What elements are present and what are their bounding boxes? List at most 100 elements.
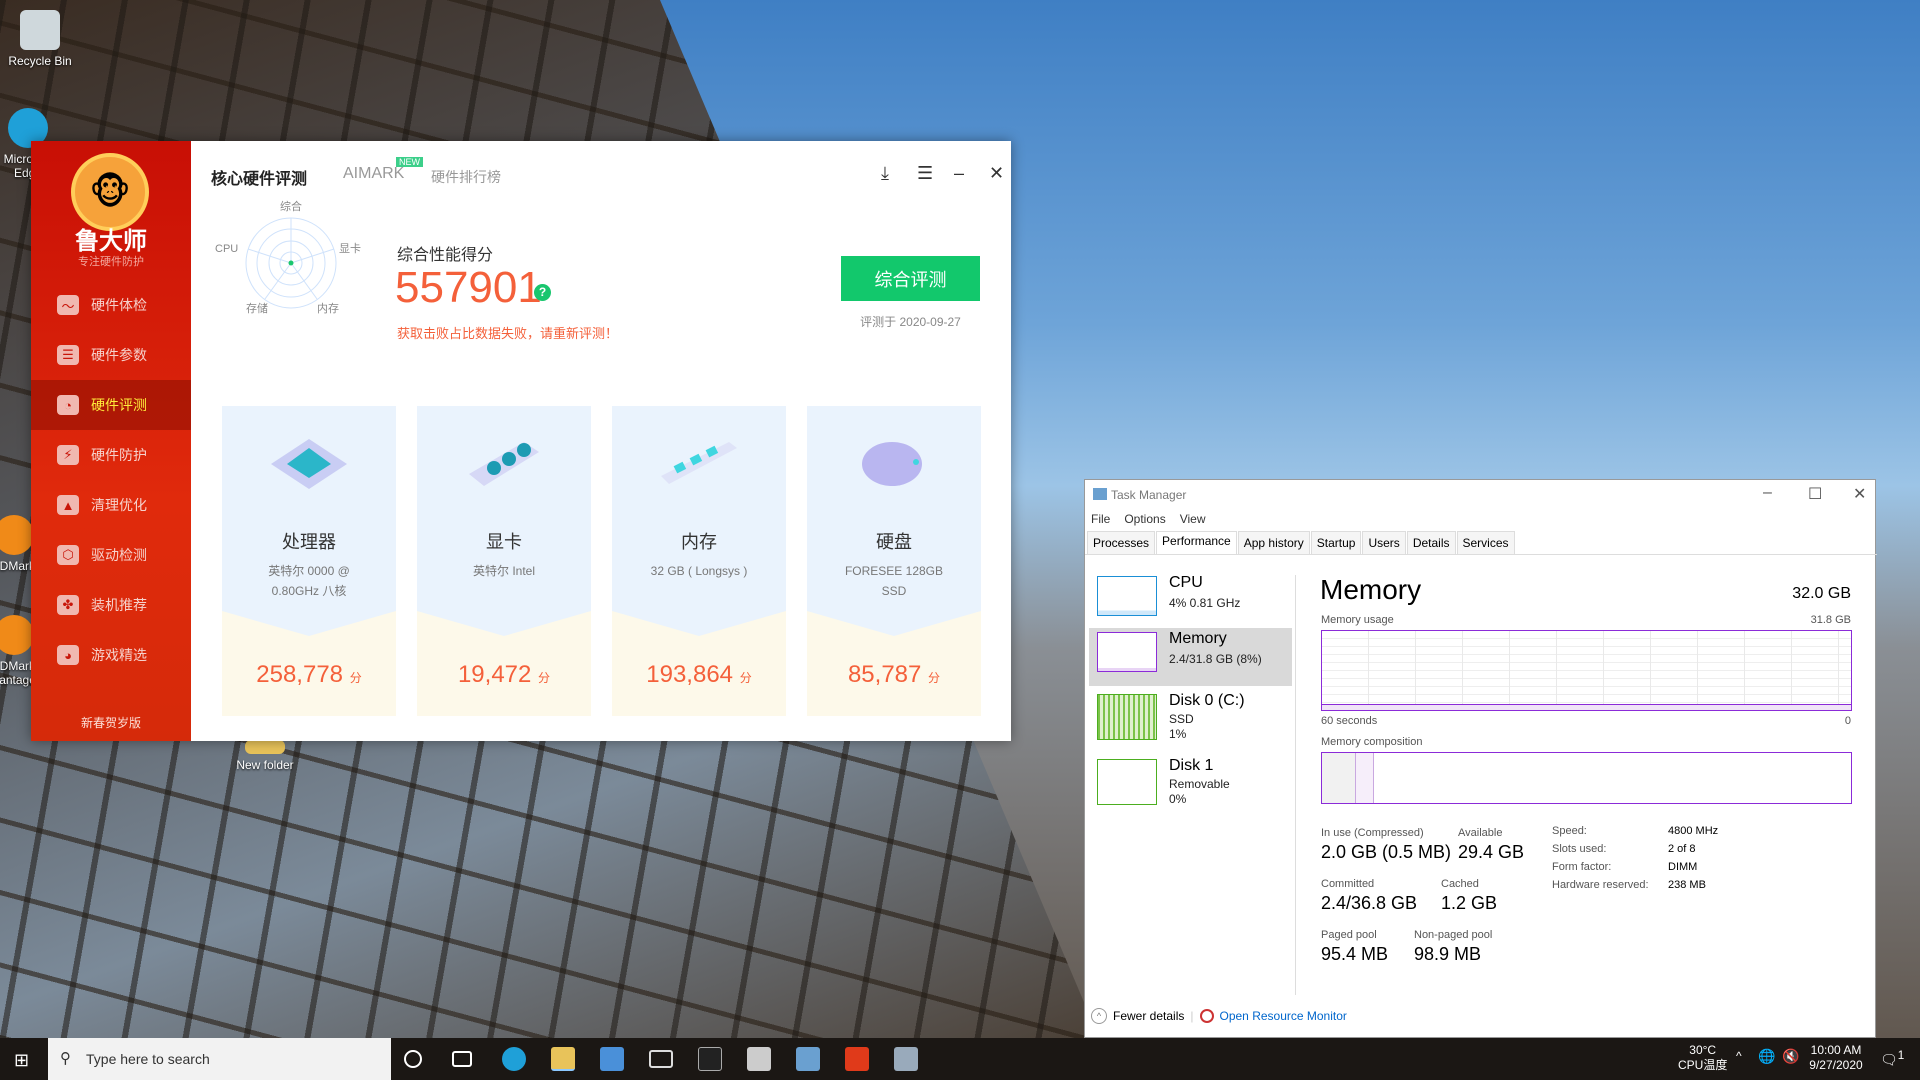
windows-start-icon[interactable]: ⊞ (14, 1050, 29, 1071)
tab-details[interactable]: Details (1406, 531, 1456, 554)
committed-value: 2.4/36.8 GB (1321, 893, 1418, 913)
sidebar-item-label: 硬件评测 (91, 397, 147, 413)
minimize-button[interactable]: – (1763, 484, 1772, 502)
in-use-value: 2.0 GB (0.5 MB) (1321, 842, 1452, 862)
tab-app-history[interactable]: App history (1237, 531, 1310, 554)
card-title: 内存 (681, 532, 717, 552)
mail-icon[interactable] (649, 1050, 673, 1068)
sidebar-item-2[interactable]: ☰ 硬件参数 (31, 330, 191, 380)
memory-icon (659, 434, 739, 494)
benchmark-date: 评测于 2020-09-27 (860, 315, 961, 329)
open-resource-monitor-link[interactable]: Open Resource Monitor (1220, 1009, 1347, 1023)
perf-item-disk0[interactable]: Disk 0 (C:) SSD 1% (1089, 690, 1292, 748)
sidebar-item-label: 装机推荐 (91, 597, 147, 613)
tab-aimark[interactable]: AIMARK (343, 165, 404, 183)
task-view-icon[interactable] (452, 1051, 472, 1067)
fewer-details-link[interactable]: Fewer details (1113, 1009, 1184, 1023)
card-cpu[interactable]: 处理器 英特尔 0000 @ 0.80GHz 八核 258,778 分 (222, 406, 396, 716)
clock[interactable]: 10:00 AM 9/27/2020 (1806, 1043, 1866, 1073)
volume-muted-icon[interactable]: 🔇 (1782, 1049, 1799, 1064)
list-icon: ☰ (57, 345, 79, 365)
photos-icon[interactable] (747, 1047, 771, 1071)
card-memory[interactable]: 内存 32 GB ( Longsys ) 193,864 分 (612, 406, 786, 716)
new-badge: NEW (396, 157, 423, 167)
perf-item-disk1[interactable]: Disk 1 Removable 0% (1089, 755, 1292, 813)
tab-core-benchmark[interactable]: 核心硬件评测 (211, 165, 307, 189)
menu-file[interactable]: File (1091, 512, 1110, 526)
cached-label: Cached (1441, 878, 1479, 890)
benchmark-button[interactable]: 综合评测 (841, 256, 980, 301)
card-gpu[interactable]: 显卡 英特尔 Intel 19,472 分 (417, 406, 591, 716)
chevron-up-icon[interactable]: ^ (1091, 1008, 1107, 1024)
app-taskbar-icon[interactable] (894, 1047, 918, 1071)
card-disk[interactable]: 硬盘 FORESEE 128GB SSD 85,787 分 (807, 406, 981, 716)
prop-value: DIMM (1668, 861, 1698, 873)
nonpaged-pool-value: 98.9 MB (1414, 944, 1482, 964)
ludashi-taskbar-icon[interactable] (845, 1047, 869, 1071)
notification-icon[interactable]: 🗨1 (1880, 1048, 1904, 1068)
sidebar-item-label: 硬件参数 (91, 347, 147, 363)
chevron-up-icon[interactable]: ^ (1736, 1049, 1742, 1064)
desktop-icon-recycle-bin[interactable]: Recycle Bin (0, 10, 80, 68)
tab-performance[interactable]: Performance (1156, 531, 1237, 554)
tab-users[interactable]: Users (1362, 531, 1406, 554)
prop-label: Hardware reserved: (1552, 879, 1649, 891)
cached-value: 1.2 GB (1441, 893, 1498, 913)
cortana-icon[interactable] (404, 1050, 422, 1068)
tab-services[interactable]: Services (1456, 531, 1515, 554)
sidebar-item-8[interactable]: ◕ 游戏精选 (31, 630, 191, 680)
in-use-label: In use (Compressed) (1321, 827, 1424, 839)
close-button[interactable]: ✕ (989, 163, 1004, 184)
maximize-button[interactable]: ☐ (1808, 484, 1822, 504)
menu-view[interactable]: View (1180, 512, 1206, 526)
perf-item-cpu[interactable]: CPU 4% 0.81 GHz (1089, 572, 1292, 630)
desktop-icon-new-folder[interactable]: New folder (225, 740, 305, 772)
sidebar-item-6[interactable]: ⬡ 驱动检测 (31, 530, 191, 580)
card-title: 显卡 (486, 532, 522, 552)
sidebar-item-3[interactable]: ◔ 硬件评测 (31, 380, 191, 430)
tab-hardware-ranking[interactable]: 硬件排行榜 (431, 167, 501, 187)
pane-divider (1295, 575, 1296, 995)
gpu-icon (464, 434, 544, 494)
radar-label-memory: 内存 (317, 301, 339, 315)
tab-startup[interactable]: Startup (1310, 531, 1362, 554)
monitor-icon: 〜 (57, 295, 79, 315)
menu-icon[interactable]: ☰ (917, 163, 933, 184)
brand-name: 鲁大师 (75, 228, 147, 255)
sidebar-item-1[interactable]: 〜硬件体检 (31, 280, 191, 330)
terminal-icon[interactable] (698, 1047, 722, 1071)
tab-processes[interactable]: Processes (1087, 531, 1156, 554)
perf-item-memory[interactable]: Memory 2.4/31.8 GB (8%) (1089, 628, 1292, 686)
close-button[interactable]: ✕ (1853, 484, 1866, 504)
search-icon: ⚲ (60, 1050, 71, 1067)
prop-label: Speed: (1552, 825, 1587, 837)
sidebar-item-4[interactable]: ⚡ 硬件防护 (31, 430, 191, 480)
help-icon[interactable]: ? (534, 284, 551, 301)
3dmark-icon (0, 615, 34, 655)
cpu-temp[interactable]: 30°C CPU温度 (1678, 1043, 1727, 1073)
nut-icon: ⬡ (57, 545, 79, 565)
sidebar-item-5[interactable]: ▲ 清理优化 (31, 480, 191, 530)
sidebar-item-7[interactable]: ✤ 装机推荐 (31, 580, 191, 630)
menu-options[interactable]: Options (1124, 512, 1165, 526)
network-icon[interactable]: 🌐 (1758, 1049, 1775, 1064)
minimize-button[interactable]: – (954, 163, 964, 184)
time-axis-left: 60 seconds (1321, 715, 1378, 727)
task-manager-taskbar-icon[interactable] (796, 1047, 820, 1071)
resource-monitor-icon (1199, 1009, 1214, 1023)
store-icon[interactable] (600, 1047, 624, 1071)
disk1-thumbnail (1097, 759, 1157, 805)
nonpaged-pool-label: Non-paged pool (1414, 929, 1493, 941)
total-score: 557901 (395, 263, 542, 312)
time-axis-right: 0 (1844, 715, 1851, 727)
card-subtitle: FORESEE 128GB SSD (844, 564, 944, 598)
radar-label-gpu: 显卡 (339, 242, 361, 255)
prop-label: Form factor: (1552, 861, 1612, 873)
search-box[interactable]: Type here to search (48, 1038, 391, 1080)
committed-label: Committed (1321, 878, 1375, 890)
taskbar: ⊞ Type here to search ⚲ 30°C CPU温度 ^ 🌐 🔇 … (0, 1038, 1920, 1080)
card-score: 85,787 分 (847, 661, 941, 688)
file-explorer-icon[interactable] (551, 1047, 575, 1071)
download-icon[interactable]: ⤓ (881, 163, 889, 184)
edge-icon[interactable] (502, 1047, 526, 1071)
